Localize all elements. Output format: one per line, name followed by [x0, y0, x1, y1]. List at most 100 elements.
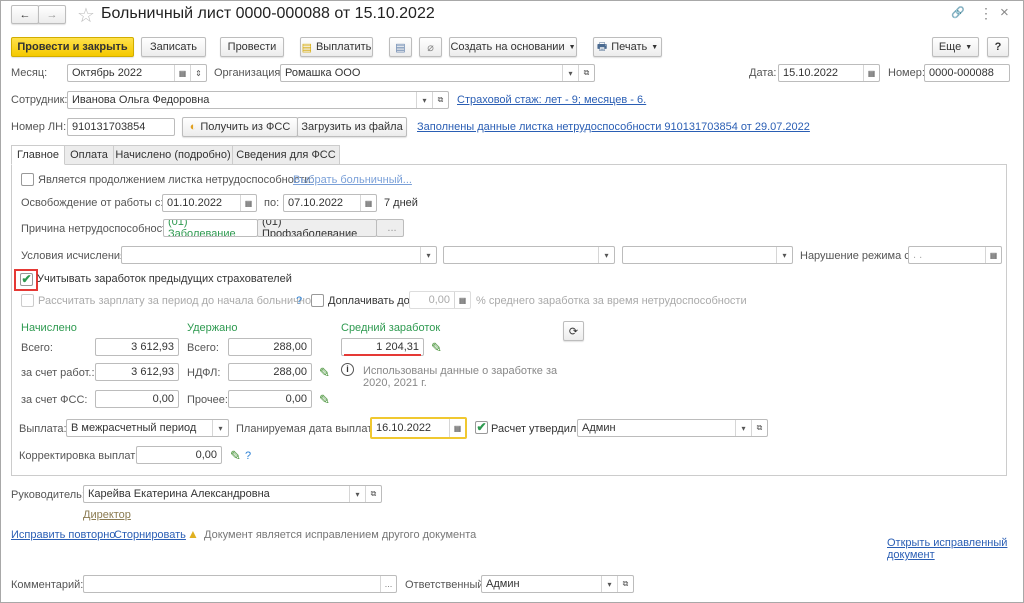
spinner-icon[interactable]: ⇕ [190, 65, 206, 81]
print-button[interactable]: 🖶 Печать ▼ [593, 37, 662, 57]
calendar-icon[interactable]: ▦ [360, 195, 376, 211]
get-from-fss-button[interactable]: ◐ Получить из ФСС [182, 117, 298, 137]
condition-2-field[interactable]: ▾ [443, 246, 615, 264]
pay-extra-checkbox[interactable] [311, 294, 324, 307]
dropdown-icon[interactable]: ▾ [601, 576, 617, 592]
tab-payment[interactable]: Оплата [64, 145, 114, 165]
help-button[interactable]: ? [987, 37, 1009, 57]
approved-by-field[interactable]: Админ ▾ ⧉ [577, 419, 768, 437]
responsible-label: Ответственный: [405, 579, 487, 591]
red-underline [344, 354, 421, 356]
planned-date-label: Планируемая дата выплаты: [236, 423, 384, 435]
accrued-employer-field[interactable]: 3 612,93 [95, 363, 179, 381]
tab-accrued-detailed[interactable]: Начислено (подробно) [113, 145, 233, 165]
link-icon[interactable]: 🔗 [951, 6, 965, 19]
create-based-on-button[interactable]: Создать на основании ▼ [449, 37, 577, 57]
number-field[interactable]: 0000-000088 [924, 64, 1010, 82]
reverse-link[interactable]: Сторнировать [114, 529, 186, 541]
dropdown-icon[interactable]: ▾ [212, 420, 228, 436]
calendar-icon[interactable]: ▦ [449, 419, 465, 437]
payout-field[interactable]: В межрасчетный период ▾ [66, 419, 229, 437]
calendar-icon[interactable]: ▦ [240, 195, 256, 211]
pencil-icon[interactable]: ✎ [319, 392, 330, 408]
help-icon[interactable]: ? [296, 295, 302, 307]
calendar-icon[interactable]: ▦ [863, 65, 879, 81]
responsible-field[interactable]: Админ ▾ ⧉ [481, 575, 634, 593]
insurance-record-link[interactable]: Страховой стаж: лет - 9; месяцев - 6. [457, 94, 646, 106]
accrued-fss-field[interactable]: 0,00 [95, 390, 179, 408]
more-button[interactable]: Еще ▼ [932, 37, 979, 57]
reason-illness-option[interactable]: (01) Заболевание [163, 219, 258, 237]
open-icon[interactable]: ⧉ [578, 65, 594, 81]
condition-1-field[interactable]: ▾ [121, 246, 437, 264]
pencil-icon[interactable]: ✎ [230, 448, 241, 464]
open-icon[interactable]: ⧉ [432, 92, 448, 108]
release-to-field[interactable]: 07.10.2022 ▦ [283, 194, 377, 212]
comment-field[interactable]: … [83, 575, 397, 593]
dropdown-icon[interactable]: ▾ [420, 247, 436, 263]
dropdown-icon[interactable]: ▾ [776, 247, 792, 263]
load-from-file-button[interactable]: Загрузить из файла [297, 117, 407, 137]
forward-button[interactable]: → [38, 5, 66, 24]
ellipsis-icon[interactable]: … [380, 576, 396, 592]
dropdown-icon[interactable]: ▾ [598, 247, 614, 263]
attachments-button[interactable]: ⌀ [419, 37, 442, 57]
tab-main[interactable]: Главное [11, 145, 65, 165]
reason-more-button[interactable]: ... [376, 219, 404, 237]
continuation-checkbox[interactable] [21, 173, 34, 186]
position-link[interactable]: Директор [83, 509, 131, 521]
calc-salary-checkbox[interactable] [21, 294, 34, 307]
open-fixed-link-2[interactable]: документ [887, 549, 935, 561]
pencil-icon[interactable]: ✎ [431, 340, 442, 356]
save-button[interactable]: Записать [141, 37, 206, 57]
month-field[interactable]: Октябрь 2022 ▦ ⇕ [67, 64, 207, 82]
filled-data-link[interactable]: Заполнены данные листка нетрудоспособнос… [417, 121, 810, 133]
employee-field[interactable]: Иванова Ольга Федоровна ▾ ⧉ [67, 91, 449, 109]
pencil-icon[interactable]: ✎ [319, 365, 330, 381]
withheld-total-field[interactable]: 288,00 [228, 338, 312, 356]
pay-button[interactable]: ▤ Выплатить [300, 37, 373, 57]
post-and-close-button[interactable]: Провести и закрыть [11, 37, 134, 57]
star-icon[interactable]: ☆ [77, 3, 95, 28]
prev-insurers-checkbox[interactable]: ✔ [20, 273, 33, 286]
planned-date-field[interactable]: 16.10.2022 ▦ [370, 417, 467, 439]
planned-date-value: 16.10.2022 [376, 422, 432, 434]
accrued-total-field[interactable]: 3 612,93 [95, 338, 179, 356]
correction-field[interactable]: 0,00 [136, 446, 222, 464]
org-field[interactable]: Ромашка ООО ▾ ⧉ [280, 64, 595, 82]
info-icon: i [341, 363, 354, 376]
fix-again-link[interactable]: Исправить повторно [11, 529, 115, 541]
withheld-other-field[interactable]: 0,00 [228, 390, 312, 408]
calendar-icon[interactable]: ▦ [174, 65, 190, 81]
dropdown-icon[interactable]: ▾ [735, 420, 751, 436]
report-button[interactable]: ▤ [389, 37, 412, 57]
close-icon[interactable]: × [1000, 4, 1009, 21]
tab-fss-info[interactable]: Сведения для ФСС [232, 145, 340, 165]
withheld-ndfl-field[interactable]: 288,00 [228, 363, 312, 381]
ln-number-field[interactable]: 910131703854 [67, 118, 175, 136]
dropdown-icon[interactable]: ▾ [562, 65, 578, 81]
approved-checkbox[interactable]: ✔ [475, 421, 488, 434]
date-field[interactable]: 15.10.2022 ▦ [778, 64, 880, 82]
calendar-icon[interactable]: ▦ [985, 247, 1001, 263]
condition-3-field[interactable]: ▾ [622, 246, 793, 264]
open-icon[interactable]: ⧉ [751, 420, 767, 436]
calculator-icon[interactable]: ▦ [454, 292, 470, 308]
ln-number-value: 910131703854 [72, 121, 146, 133]
back-button[interactable]: ← [11, 5, 39, 24]
open-icon[interactable]: ⧉ [365, 486, 381, 502]
post-button[interactable]: Провести [220, 37, 284, 57]
reason-occupational-option[interactable]: (01) Профзаболевание [257, 219, 377, 237]
more-icon[interactable]: ⋮ [979, 5, 993, 22]
dropdown-icon[interactable]: ▾ [416, 92, 432, 108]
pay-extra-field[interactable]: 0,00 ▦ [409, 291, 471, 309]
release-from-field[interactable]: 01.10.2022 ▦ [162, 194, 257, 212]
help-icon[interactable]: ? [245, 450, 251, 462]
manager-field[interactable]: Карейва Екатерина Александровна ▾ ⧉ [83, 485, 382, 503]
violation-date-field[interactable]: . . ▦ [908, 246, 1002, 264]
dropdown-icon[interactable]: ▾ [349, 486, 365, 502]
choose-sick-leave-link[interactable]: Выбрать больничный... [293, 174, 412, 186]
open-fixed-link[interactable]: Открыть исправленный [887, 537, 1007, 549]
refresh-button[interactable]: ⟳ [563, 321, 584, 341]
open-icon[interactable]: ⧉ [617, 576, 633, 592]
